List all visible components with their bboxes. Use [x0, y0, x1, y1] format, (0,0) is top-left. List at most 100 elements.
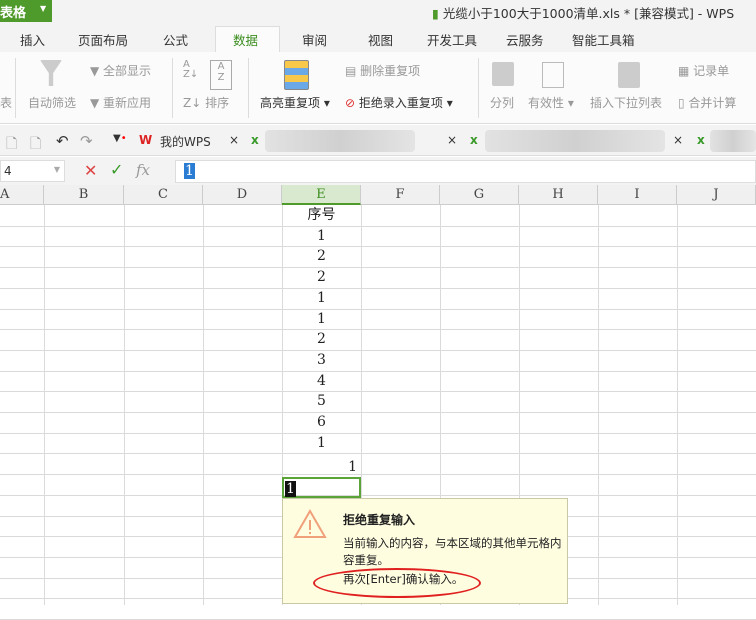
cell-e-value[interactable]: 2 [282, 329, 361, 350]
cell-e-value[interactable]: 6 [282, 412, 361, 433]
insert-dropdown-button[interactable]: 插入下拉列表 [590, 94, 662, 111]
consolidate-label: 合并计算 [688, 96, 737, 110]
validity-icon [542, 62, 564, 88]
active-cell-editing[interactable]: 1 [282, 477, 361, 498]
confirm-icon[interactable]: ✓ [110, 160, 123, 179]
grid-column-line [598, 205, 599, 605]
text-to-columns-button[interactable]: 分列 [490, 94, 514, 111]
window-title: ▮ 光缆小于100大于1000清单.xls * [兼容模式] - WPS [432, 3, 734, 22]
grid-row-line [0, 267, 756, 269]
cell-e-value[interactable]: 1 [282, 226, 361, 247]
doc-tab-label: 我的WPS [160, 135, 211, 149]
divider [15, 58, 16, 118]
column-header-g[interactable]: G [440, 185, 519, 205]
reject-duplicates-button[interactable]: ⊘ 拒绝录入重复项 ▾ [345, 94, 453, 111]
tab-page-layout[interactable]: 页面布局 [78, 30, 128, 49]
reapply-label: 重新应用 [103, 96, 152, 110]
formula-input[interactable]: 1 [175, 160, 756, 183]
customize-dropdown-icon[interactable]: ▼• [113, 133, 127, 144]
tab-cloud[interactable]: 云服务 [506, 30, 544, 49]
xls-file-icon: x [470, 133, 478, 147]
grid-column-line [44, 205, 45, 605]
cell-e-header[interactable]: 序号 [282, 205, 361, 226]
redo-icon[interactable]: ↷ [80, 132, 93, 150]
cell-e-value[interactable]: 5 [282, 391, 361, 412]
highlight-duplicates-button[interactable]: 高亮重复项 ▾ [260, 94, 330, 111]
warning-icon [293, 509, 327, 538]
column-header-i[interactable]: I [598, 185, 677, 205]
grid-row-line [0, 246, 756, 248]
print-icon[interactable]: 🗋 [6, 133, 17, 157]
reapply-button[interactable]: ▼ 重新应用 [90, 94, 151, 111]
tab-smart-tools[interactable]: 智能工具箱 [572, 30, 635, 49]
column-header-f[interactable]: F [361, 185, 440, 205]
formula-value: 1 [184, 163, 195, 179]
cell-e-value[interactable]: 1 [282, 309, 361, 330]
column-header-c[interactable]: C [124, 185, 203, 205]
column-header-b[interactable]: B [44, 185, 124, 205]
app-menu-button[interactable]: 表格 ▼ [0, 0, 52, 22]
column-header-d[interactable]: D [203, 185, 282, 205]
reject-icon: ⊘ [345, 96, 359, 110]
sort-button[interactable]: Z↓ 排序 [183, 94, 229, 111]
doc-tab-blurred[interactable] [710, 130, 756, 152]
name-box[interactable]: 4 ▼ [0, 160, 65, 182]
tab-data[interactable]: 数据 [233, 30, 258, 49]
consolidate-button[interactable]: ▯ 合并计算 [678, 94, 736, 111]
divider [478, 58, 479, 118]
auto-filter-button[interactable]: 自动筛选 [28, 94, 76, 111]
column-header-h[interactable]: H [519, 185, 598, 205]
tab-formula[interactable]: 公式 [163, 30, 188, 49]
close-tab-icon[interactable]: × [229, 133, 239, 147]
highlight-duplicates-label: 高亮重复项 [260, 96, 321, 110]
tab-view[interactable]: 视图 [368, 30, 393, 49]
validity-label: 有效性 [528, 96, 565, 110]
chevron-down-icon: ▼ [40, 4, 47, 13]
red-highlight-ellipse [313, 568, 481, 598]
cell-e-value[interactable]: 4 [282, 371, 361, 392]
tooltip-message: 当前输入的内容，与本区域的其他单元格内容重复。 [343, 536, 562, 567]
grid-column-line [203, 205, 204, 605]
undo-icon[interactable]: ↶ [56, 132, 69, 150]
wps-logo-icon: W [139, 133, 153, 147]
cell-e-value[interactable]: 2 [282, 267, 361, 288]
consolidate-icon: ▯ [678, 96, 689, 110]
chevron-down-icon[interactable]: ▼ [54, 165, 60, 174]
filter-small-icon: ▼ [90, 64, 104, 78]
grid-row-line [0, 308, 756, 310]
tab-developer[interactable]: 开发工具 [427, 30, 477, 49]
doc-tab-blurred[interactable] [265, 130, 415, 152]
cell-e-value[interactable]: 1 [282, 288, 361, 309]
tab-insert[interactable]: 插入 [20, 30, 45, 49]
close-tab-icon[interactable]: × [447, 133, 457, 147]
function-icon[interactable]: fx [136, 161, 150, 179]
sort-icon[interactable]: AZ [210, 60, 232, 90]
grid-column-line [124, 205, 125, 605]
record-form-label: 记录单 [693, 64, 730, 78]
xls-file-icon: x [251, 133, 259, 147]
validity-button[interactable]: 有效性 ▾ [528, 94, 574, 111]
cell-e-value[interactable]: 3 [282, 350, 361, 371]
close-tab-icon[interactable]: × [673, 133, 683, 147]
column-header-a[interactable]: A [0, 185, 44, 205]
column-header-j[interactable]: J [677, 185, 756, 205]
app-menu-label: 表格 [0, 6, 27, 21]
column-header-e[interactable]: E [282, 185, 361, 205]
doc-tab-blurred[interactable] [485, 130, 665, 152]
tab-review[interactable]: 审阅 [302, 30, 327, 49]
record-form-button[interactable]: ▦ 记录单 [678, 62, 729, 79]
print-preview-icon[interactable]: 🗋 [30, 133, 41, 157]
remove-duplicates-button[interactable]: ▤ 删除重复项 [345, 62, 420, 79]
sort-label: 排序 [205, 96, 230, 110]
cell-e-right-aligned[interactable]: 1 [282, 457, 361, 478]
cell-e-value[interactable]: 2 [282, 246, 361, 267]
filter-small-icon: ▼ [90, 96, 104, 110]
show-all-button[interactable]: ▼ 全部显示 [90, 62, 151, 79]
grid-row-line [0, 329, 756, 331]
doc-tab-my-wps[interactable]: W 我的WPS × [136, 128, 246, 154]
cell-e-value[interactable]: 1 [282, 433, 361, 454]
sort-asc-icon[interactable]: A Z↓ [183, 60, 198, 80]
xls-file-icon: ▮ [432, 6, 443, 21]
name-box-value: 4 [4, 164, 12, 178]
cancel-icon[interactable]: ✕ [84, 161, 97, 180]
